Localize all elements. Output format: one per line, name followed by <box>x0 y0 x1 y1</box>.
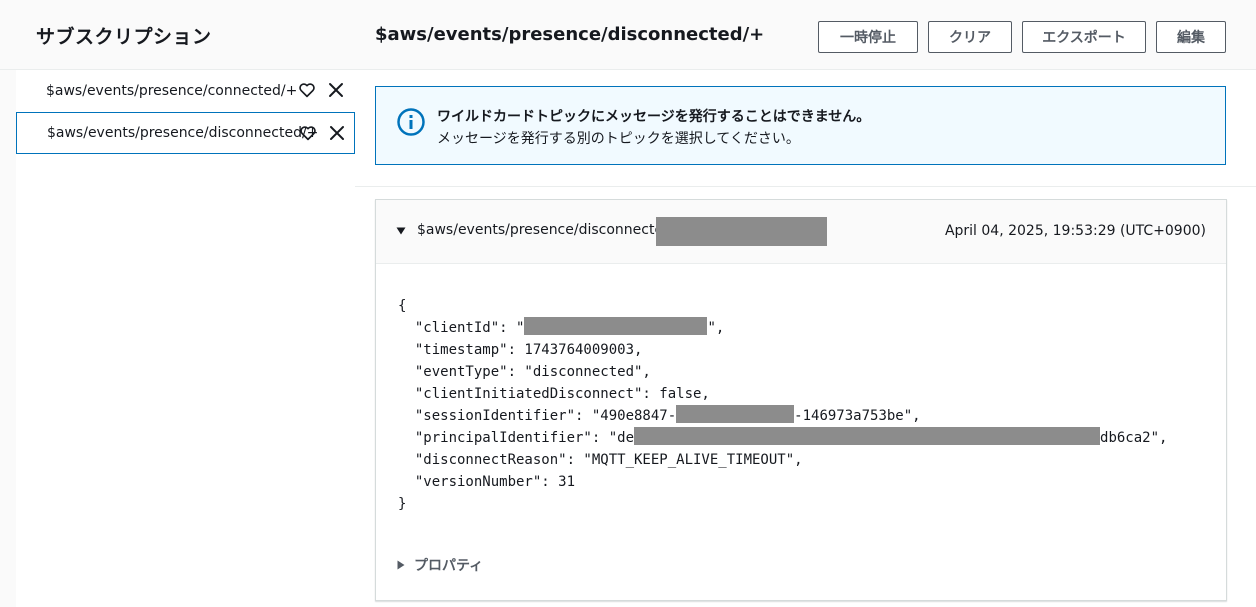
json-line: "sessionIdentifier": "490e8847- -146973a7… <box>398 405 1167 427</box>
clear-button[interactable]: クリア <box>928 21 1012 53</box>
json-text: -146973a753be", <box>794 408 921 424</box>
edit-button[interactable]: 編集 <box>1156 21 1226 53</box>
export-button[interactable]: エクスポート <box>1022 21 1146 53</box>
info-alert: ワイルドカードトピックにメッセージを発行することはできません。 メッセージを発行… <box>375 86 1226 165</box>
json-text: ", <box>707 320 725 336</box>
json-line: "disconnectReason": "MQTT_KEEP_ALIVE_TIM… <box>398 452 803 468</box>
message-topic: $aws/events/presence/disconnected/ <box>417 222 677 238</box>
redacted-block <box>656 217 827 246</box>
message-panel: $aws/events/presence/disconnected/ April… <box>375 199 1227 601</box>
topic-title: $aws/events/presence/disconnected/+ <box>375 24 765 45</box>
heart-icon[interactable] <box>298 81 316 99</box>
pause-button[interactable]: 一時停止 <box>818 21 918 53</box>
subscription-item-connected[interactable]: $aws/events/presence/connected/+ <box>16 70 355 112</box>
heart-icon[interactable] <box>299 124 317 142</box>
close-icon[interactable] <box>327 81 345 99</box>
json-line: "clientId": " ", <box>398 317 1167 339</box>
json-text: "principalIdentifier": "de <box>398 430 635 446</box>
close-icon[interactable] <box>328 124 346 142</box>
redacted-block <box>634 427 1101 445</box>
properties-label: プロパティ <box>414 558 484 574</box>
subscriptions-title: サブスクリプション <box>36 26 212 48</box>
message-header[interactable]: $aws/events/presence/disconnected/ April… <box>376 200 1226 264</box>
redacted-block <box>676 405 795 423</box>
sidebar-margin <box>0 70 16 607</box>
json-line: } <box>398 496 407 512</box>
header-bar: サブスクリプション $aws/events/presence/disconnec… <box>0 0 1256 70</box>
message-timestamp: April 04, 2025, 19:53:29 (UTC+0900) <box>944 223 1206 239</box>
info-title: ワイルドカードトピックにメッセージを発行することはできません。 <box>437 109 871 125</box>
json-text: "sessionIdentifier": "490e8847- <box>398 408 677 424</box>
json-line: "clientInitiatedDisconnect": false, <box>398 386 710 402</box>
json-line: "versionNumber": 31 <box>398 474 576 490</box>
json-text: db6ca2", <box>1100 430 1168 446</box>
subscription-label: $aws/events/presence/connected/+ <box>46 83 298 99</box>
redacted-block <box>524 317 708 335</box>
json-line: "eventType": "disconnected", <box>398 364 651 380</box>
message-payload: { "clientId": " ", "timestamp": 174376400… <box>398 295 1167 515</box>
json-line: { <box>398 298 407 314</box>
info-body: メッセージを発行する別のトピックを選択してください。 <box>437 131 800 147</box>
subscription-label: $aws/events/presence/disconnected/+ <box>47 125 319 141</box>
header-toolbar: 一時停止 クリア エクスポート 編集 <box>818 21 1226 53</box>
json-text: "clientId": " <box>398 320 525 336</box>
json-line: "principalIdentifier": "de db6ca2", <box>398 427 1167 449</box>
caret-right-icon[interactable] <box>396 560 406 570</box>
properties-toggle[interactable]: プロパティ <box>396 555 483 575</box>
subscription-item-disconnected[interactable]: $aws/events/presence/disconnected/+ <box>16 112 355 154</box>
info-icon <box>397 108 425 136</box>
caret-down-icon[interactable] <box>396 226 406 236</box>
json-line: "timestamp": 1743764009003, <box>398 342 643 358</box>
